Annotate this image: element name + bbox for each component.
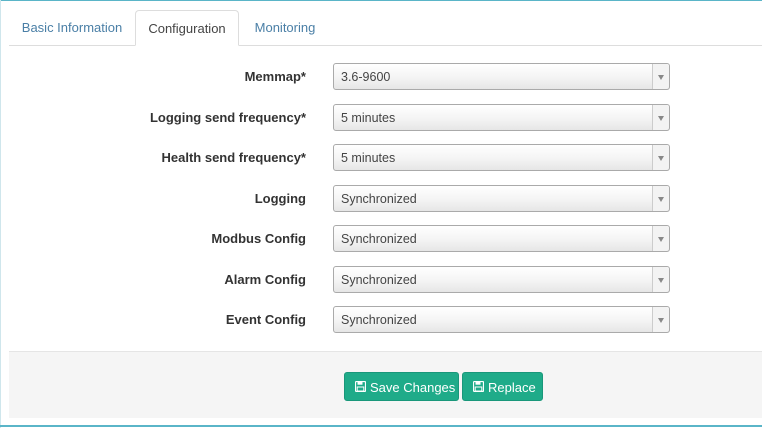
logging-value: Synchronized <box>341 192 417 206</box>
alarm-config-value: Synchronized <box>341 273 417 287</box>
save-changes-label: Save Changes <box>370 380 456 395</box>
chevron-down-icon <box>652 267 669 292</box>
tab-basic-information[interactable]: Basic Information <box>9 10 135 45</box>
chevron-down-icon <box>652 307 669 332</box>
tab-configuration[interactable]: Configuration <box>135 10 239 46</box>
alarm-config-select[interactable]: Synchronized <box>333 266 670 293</box>
event-config-select[interactable]: Synchronized <box>333 306 670 333</box>
modbus-config-value: Synchronized <box>341 232 417 246</box>
logging-send-frequency-value: 5 minutes <box>341 111 396 125</box>
form-actions-footer: Save Changes Replace <box>9 351 762 418</box>
form-row-modbus-config: Modbus Config Synchronized <box>0 225 762 253</box>
form-row-logging: Logging Synchronized <box>0 185 762 213</box>
floppy-disk-icon <box>473 381 484 392</box>
form-row-logging-send-frequency: Logging send frequency* 5 minutes <box>0 104 762 132</box>
health-send-frequency-select[interactable]: 5 minutes <box>333 144 670 171</box>
memmap-value: 3.6-9600 <box>341 70 391 84</box>
chevron-down-icon <box>652 226 669 251</box>
logging-send-frequency-label: Logging send frequency* <box>149 110 306 125</box>
chevron-down-icon <box>652 145 669 170</box>
modbus-config-select[interactable]: Synchronized <box>333 225 670 252</box>
form-row-health-send-frequency: Health send frequency* 5 minutes <box>0 144 762 172</box>
form-row-event-config: Event Config Synchronized <box>0 306 762 334</box>
memmap-select[interactable]: 3.6-9600 <box>333 63 670 90</box>
window-top-border <box>0 0 762 1</box>
logging-select[interactable]: Synchronized <box>333 185 670 212</box>
tab-monitoring[interactable]: Monitoring <box>241 10 329 45</box>
floppy-disk-icon <box>355 381 366 392</box>
form-row-memmap: Memmap* 3.6-9600 <box>0 63 762 91</box>
logging-send-frequency-select[interactable]: 5 minutes <box>333 104 670 131</box>
chevron-down-icon <box>652 186 669 211</box>
alarm-config-label: Alarm Config <box>224 272 306 287</box>
health-send-frequency-label: Health send frequency* <box>161 150 307 165</box>
save-changes-button[interactable]: Save Changes <box>344 372 459 401</box>
tab-bar: Basic Information Configuration Monitori… <box>9 10 762 46</box>
replace-button[interactable]: Replace <box>462 372 543 401</box>
event-config-value: Synchronized <box>341 313 417 327</box>
chevron-down-icon <box>652 64 669 89</box>
event-config-label: Event Config <box>225 312 306 327</box>
replace-label: Replace <box>488 380 536 395</box>
memmap-label: Memmap* <box>244 69 306 84</box>
form-row-alarm-config: Alarm Config Synchronized <box>0 266 762 294</box>
modbus-config-label: Modbus Config <box>211 231 306 246</box>
chevron-down-icon <box>652 105 669 130</box>
logging-label: Logging <box>254 191 306 206</box>
window-bottom-border <box>0 425 762 427</box>
health-send-frequency-value: 5 minutes <box>341 151 396 165</box>
